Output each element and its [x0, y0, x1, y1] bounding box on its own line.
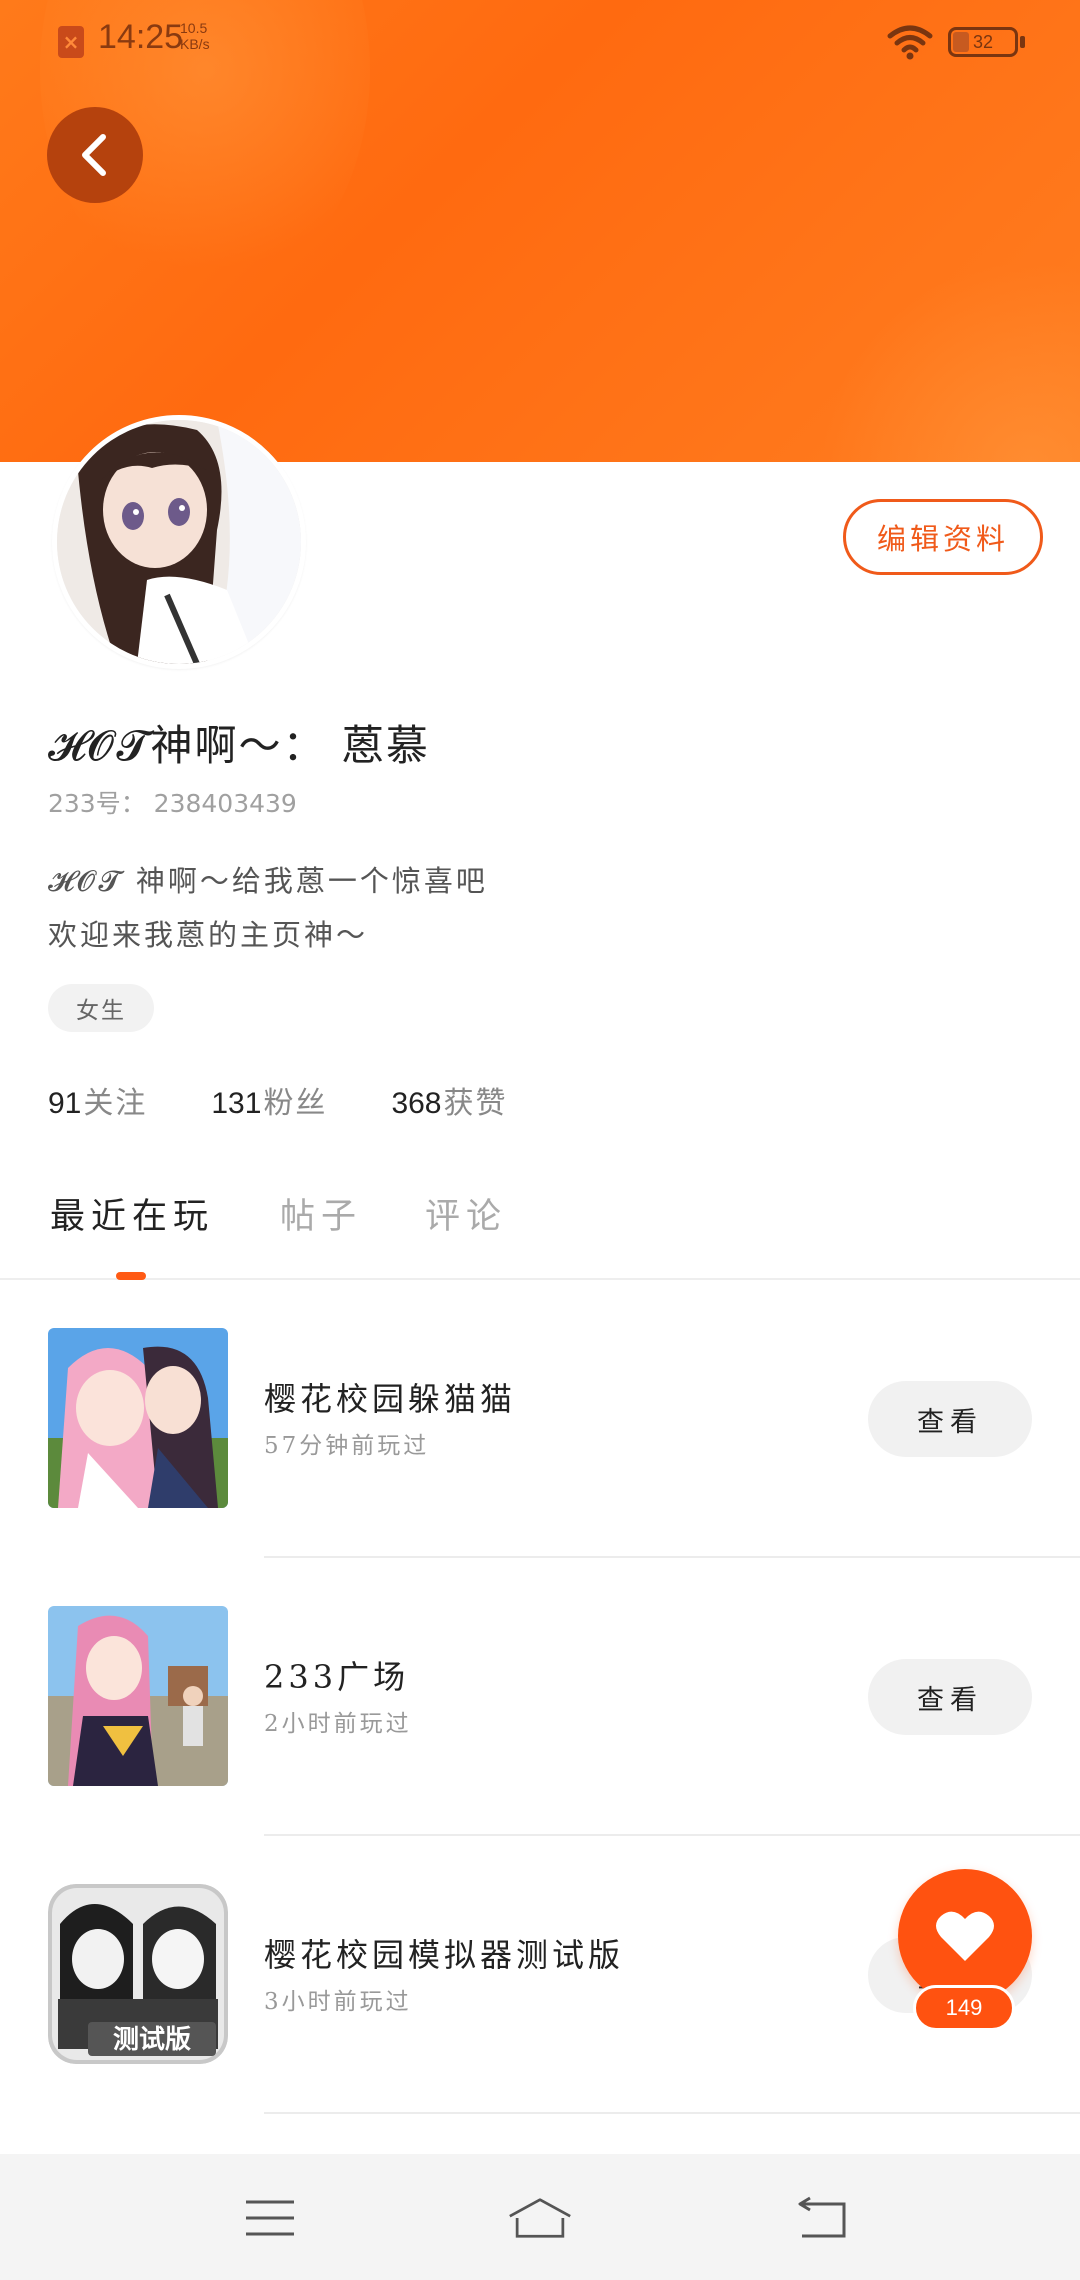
no-sim-icon: × — [58, 26, 84, 58]
avatar[interactable] — [52, 415, 306, 669]
wifi-icon — [887, 25, 933, 60]
bio-line: 𝓗𝓞𝓣 神啊～给我蒽一个惊喜吧 — [48, 864, 488, 898]
status-bar: × 14:25 10.5 KB/s 32 — [0, 0, 1080, 84]
system-navigation-bar — [0, 2154, 1080, 2280]
profile-name: 𝓗𝓞𝓣神啊～： 蒽慕 — [48, 721, 430, 770]
user-id: 233号： 238403439 — [48, 789, 297, 818]
tab-comments[interactable]: 评论 — [425, 1188, 507, 1239]
menu-icon — [246, 2200, 294, 2236]
network-speed-value: 10.5 — [180, 20, 208, 36]
return-icon — [798, 2196, 846, 2238]
game-icon-badge: 测试版 — [113, 2025, 191, 2055]
avatar-image — [57, 420, 301, 664]
followers-stat[interactable]: 131粉丝 — [211, 1078, 327, 1122]
home-button[interactable] — [508, 2188, 572, 2248]
view-button[interactable]: 查看 — [868, 1659, 1032, 1735]
tab-recently-played[interactable]: 最近在玩 — [50, 1188, 214, 1239]
game-icon: 测试版 — [48, 1884, 228, 2064]
stat-label: 粉丝 — [263, 1086, 328, 1121]
game-title: 233广场 — [264, 1658, 410, 1696]
edit-profile-button[interactable]: 编辑资料 — [843, 499, 1043, 575]
network-speed: 10.5 KB/s — [180, 20, 210, 52]
tab-posts[interactable]: 帖子 — [280, 1188, 362, 1239]
home-icon — [509, 2198, 571, 2238]
game-icon — [48, 1606, 228, 1786]
game-title: 樱花校园模拟器测试版 — [264, 1936, 625, 1974]
chevron-left-icon — [82, 134, 106, 176]
battery-level: 32 — [972, 32, 994, 52]
bio-line: 欢迎来我蒽的主页神～ — [48, 918, 369, 952]
stat-value: 368 — [391, 1087, 442, 1120]
stat-label: 关注 — [83, 1086, 148, 1121]
network-speed-unit: KB/s — [180, 36, 210, 52]
stat-label: 获赞 — [443, 1086, 508, 1121]
stat-value: 131 — [211, 1087, 262, 1120]
game-icon — [48, 1328, 228, 1508]
profile-stats: 91关注 131粉丝 368获赞 — [48, 1078, 572, 1122]
following-stat[interactable]: 91关注 — [48, 1078, 147, 1122]
status-time: 14:25 — [98, 18, 184, 56]
profile-bio: 𝓗𝓞𝓣 神啊～给我蒽一个惊喜吧 欢迎来我蒽的主页神～ — [48, 854, 488, 962]
view-button[interactable]: 查看 — [868, 1381, 1032, 1457]
banner-decoration — [820, 260, 1080, 462]
divider — [264, 2112, 1080, 2114]
game-played-time: 2小时前玩过 — [264, 1711, 412, 1737]
menu-button[interactable] — [240, 2188, 300, 2248]
list-item[interactable]: 233广场 2小时前玩过 查看 — [0, 1558, 1080, 1836]
gender-tag: 女生 — [48, 984, 154, 1032]
profile-tabs: 最近在玩 帖子 评论 — [0, 1180, 1080, 1280]
back-nav-button[interactable] — [793, 2188, 853, 2248]
game-title: 樱花校园躲猫猫 — [264, 1380, 517, 1418]
like-count-badge: 149 — [913, 1985, 1015, 2031]
list-item[interactable]: 樱花校园躲猫猫 57分钟前玩过 查看 — [0, 1280, 1080, 1558]
heart-icon — [936, 1911, 994, 1961]
like-button[interactable] — [898, 1869, 1032, 2003]
battery-icon: 32 — [948, 27, 1018, 57]
game-played-time: 57分钟前玩过 — [264, 1433, 430, 1459]
back-button[interactable] — [47, 107, 143, 203]
active-tab-indicator — [116, 1272, 146, 1280]
battery-tip — [1020, 36, 1025, 48]
stat-value: 91 — [48, 1087, 82, 1120]
game-played-time: 3小时前玩过 — [264, 1989, 412, 2015]
likes-stat[interactable]: 368获赞 — [391, 1078, 507, 1122]
